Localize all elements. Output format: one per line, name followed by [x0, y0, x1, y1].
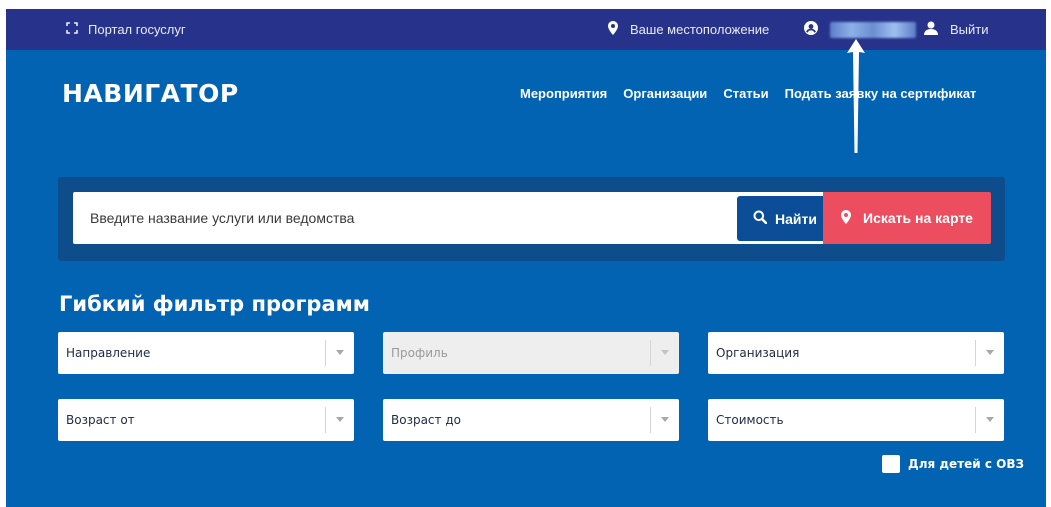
search-box: Найти	[73, 192, 833, 244]
age-to-select[interactable]: Возраст до	[383, 399, 679, 441]
logout-label: Выйти	[950, 22, 989, 37]
site-logo[interactable]: НАВИГАТОР	[62, 79, 239, 108]
select-divider	[650, 407, 651, 433]
page: Портал госуслуг Ваше местоположение Выйт…	[6, 9, 1046, 507]
location-label: Ваше местоположение	[630, 22, 770, 37]
search-input[interactable]	[73, 192, 723, 244]
select-divider	[650, 340, 651, 366]
organization-label: Организация	[716, 346, 800, 360]
select-divider	[975, 340, 976, 366]
chevron-down-icon	[661, 350, 669, 355]
profile-select[interactable]: Профиль	[383, 332, 679, 374]
logout-link[interactable]: Выйти	[924, 9, 989, 50]
chevron-down-icon	[986, 350, 994, 355]
direction-label: Направление	[66, 346, 151, 360]
select-divider	[975, 407, 976, 433]
top-bar: Портал госуслуг Ваше местоположение Выйт…	[6, 9, 1046, 50]
filter-title: Гибкий фильтр программ	[59, 292, 370, 316]
organization-select[interactable]: Организация	[708, 332, 1004, 374]
map-marker-icon	[608, 21, 618, 38]
checkbox-box[interactable]	[882, 455, 900, 473]
main-nav: Мероприятия Организации Статьи Подать за…	[520, 86, 976, 101]
expand-icon	[66, 22, 78, 37]
location-link[interactable]: Ваше местоположение	[608, 9, 769, 50]
find-label: Найти	[775, 210, 817, 227]
direction-select[interactable]: Направление	[58, 332, 354, 374]
profile-label: Профиль	[391, 346, 448, 360]
select-divider	[325, 407, 326, 433]
search-icon	[753, 210, 768, 227]
nav-item-organizations[interactable]: Организации	[623, 86, 707, 101]
age-from-select[interactable]: Возраст от	[58, 399, 354, 441]
search-on-map-button[interactable]: Искать на карте	[823, 192, 991, 244]
find-button[interactable]: Найти	[737, 196, 833, 241]
select-divider	[325, 340, 326, 366]
age-from-label: Возраст от	[66, 413, 135, 427]
nav-item-certificate[interactable]: Подать заявку на сертификат	[785, 86, 977, 101]
search-panel: Найти Искать на карте	[58, 177, 1005, 261]
ovz-label: Для детей с ОВЗ	[908, 457, 1025, 471]
cost-label: Стоимость	[716, 413, 784, 427]
chevron-down-icon	[986, 417, 994, 422]
annotation-arrow-icon	[847, 39, 865, 153]
portal-label: Портал госуслуг	[88, 22, 186, 37]
user-circle-icon	[804, 21, 818, 38]
user-name-redacted	[830, 21, 916, 38]
ovz-checkbox[interactable]: Для детей с ОВЗ	[882, 455, 1024, 473]
map-marker-icon	[841, 209, 852, 227]
chevron-down-icon	[336, 417, 344, 422]
nav-item-events[interactable]: Мероприятия	[520, 86, 607, 101]
user-icon	[924, 21, 938, 38]
chevron-down-icon	[336, 350, 344, 355]
age-to-label: Возраст до	[391, 413, 461, 427]
portal-link[interactable]: Портал госуслуг	[66, 9, 186, 50]
chevron-down-icon	[661, 417, 669, 422]
nav-item-articles[interactable]: Статьи	[723, 86, 768, 101]
cost-select[interactable]: Стоимость	[708, 399, 1004, 441]
map-label: Искать на карте	[863, 210, 973, 226]
